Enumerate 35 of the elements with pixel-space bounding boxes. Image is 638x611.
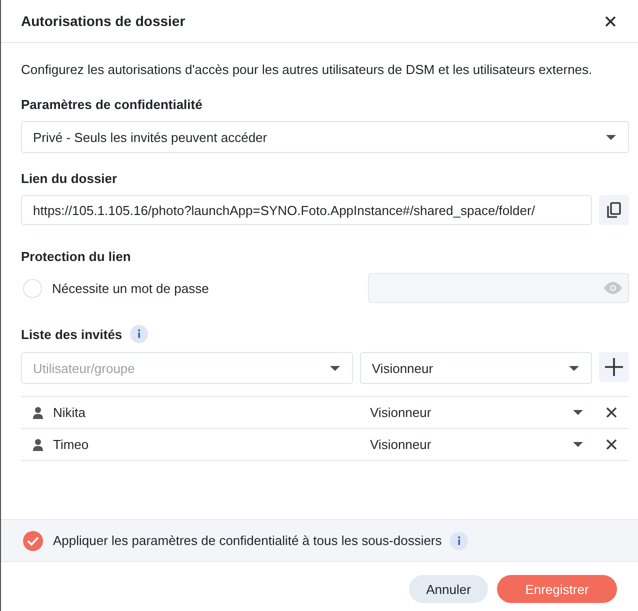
caret-icon [606, 134, 616, 140]
option-label: Nécessite un mot de passe [52, 280, 210, 296]
caret-icon [573, 442, 583, 447]
caret-icon [573, 410, 583, 415]
plus-icon[interactable] [605, 358, 624, 376]
cancel-button[interactable]: Annuler [409, 575, 488, 603]
caret-icon [330, 366, 340, 370]
role-dropdown[interactable]: Visionneur [370, 437, 583, 452]
apply-checkbox[interactable] [23, 530, 43, 550]
caret-icon [569, 366, 580, 370]
password-checkbox[interactable] [23, 278, 42, 298]
description: Configurez les autorisations d'accès pour les autres utilisateurs de DSM et les utilisateurs externes. [21, 62, 594, 77]
dialog-title: Autorisations de dossier [21, 13, 186, 29]
copy-icon[interactable] [606, 202, 622, 218]
add-button[interactable] [599, 352, 629, 382]
info-icon[interactable] [450, 532, 468, 550]
privacy-dropdown[interactable]: Privé - Seuls les invités peuvent accéder [21, 121, 629, 153]
link-field[interactable]: https://105.1.105.16/photo?launchApp=SYNO.Foto.AppInstance#/shared_space/folder/ [21, 195, 592, 225]
section-label: Lien du dossier [21, 171, 118, 186]
copy-button[interactable] [599, 195, 629, 225]
user-icon [33, 406, 43, 418]
remove-icon[interactable] [606, 407, 617, 418]
checkbox-label: Appliquer les paramètres de confidentialité à tous les sous-dossiers [53, 533, 442, 548]
close-icon[interactable] [605, 16, 616, 26]
guest-name: Nikita [53, 405, 87, 420]
remove-icon[interactable] [606, 439, 617, 450]
section-label: Liste des invités [21, 326, 122, 342]
role-dropdown[interactable]: Visionneur [360, 352, 592, 384]
guest-name: Timeo [53, 437, 90, 452]
info-icon[interactable] [130, 325, 148, 343]
section-label: Protection du lien [21, 249, 131, 264]
role-dropdown[interactable]: Visionneur [370, 405, 583, 420]
user-icon [33, 438, 43, 450]
section-label: Paramètres de confidentialité [21, 97, 202, 112]
check-icon [27, 536, 39, 546]
